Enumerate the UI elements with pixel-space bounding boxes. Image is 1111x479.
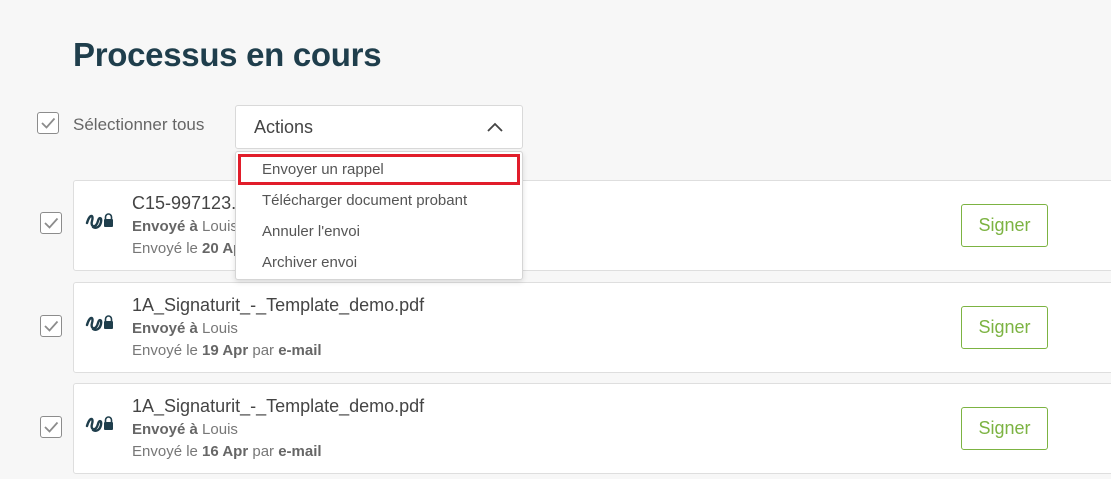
document-sent-date: Envoyé le 16 Apr par e-mail [132,443,322,460]
signature-lock-icon [85,416,113,432]
check-icon [44,217,59,229]
chevron-up-icon [487,122,503,132]
document-card[interactable]: 1A_Signaturit_-_Template_demo.pdf Envoyé… [73,282,1111,373]
actions-label: Actions [254,116,314,137]
signature-lock-icon [85,213,113,229]
page-title: Processus en cours [73,36,382,73]
menu-item-send-reminder[interactable]: Envoyer un rappel [238,154,520,185]
sign-button[interactable]: Signer [961,204,1048,247]
actions-dropdown[interactable]: Actions [235,105,523,149]
row-checkbox[interactable] [40,212,62,234]
row-checkbox[interactable] [40,315,62,337]
check-icon [41,117,56,129]
document-recipient: Envoyé à Louis [132,218,238,235]
actions-menu: Envoyer un rappel Télécharger document p… [235,151,523,280]
document-name: C15-997123.p [132,193,247,213]
menu-item-archive[interactable]: Archiver envoi [236,247,522,278]
document-sent-date: Envoyé le 19 Apr par e-mail [132,342,322,359]
sign-button[interactable]: Signer [961,407,1048,450]
row-checkbox[interactable] [40,416,62,438]
document-card[interactable]: 1A_Signaturit_-_Template_demo.pdf Envoyé… [73,383,1111,474]
menu-item-cancel-sending[interactable]: Annuler l'envoi [236,216,522,247]
check-icon [44,320,59,332]
document-name: 1A_Signaturit_-_Template_demo.pdf [132,295,425,315]
document-card[interactable]: C15-997123.p Envoyé à Louis Envoyé le 20… [73,180,1111,271]
document-name: 1A_Signaturit_-_Template_demo.pdf [132,396,425,416]
signature-lock-icon [85,315,113,331]
document-recipient: Envoyé à Louis [132,421,238,438]
select-all-checkbox[interactable] [37,112,59,134]
check-icon [44,421,59,433]
document-sent-date: Envoyé le 20 Ap [132,240,243,257]
menu-item-download-proof[interactable]: Télécharger document probant [236,185,522,216]
select-all-label: Sélectionner tous [73,115,205,134]
document-recipient: Envoyé à Louis [132,320,238,337]
sign-button[interactable]: Signer [961,306,1048,349]
